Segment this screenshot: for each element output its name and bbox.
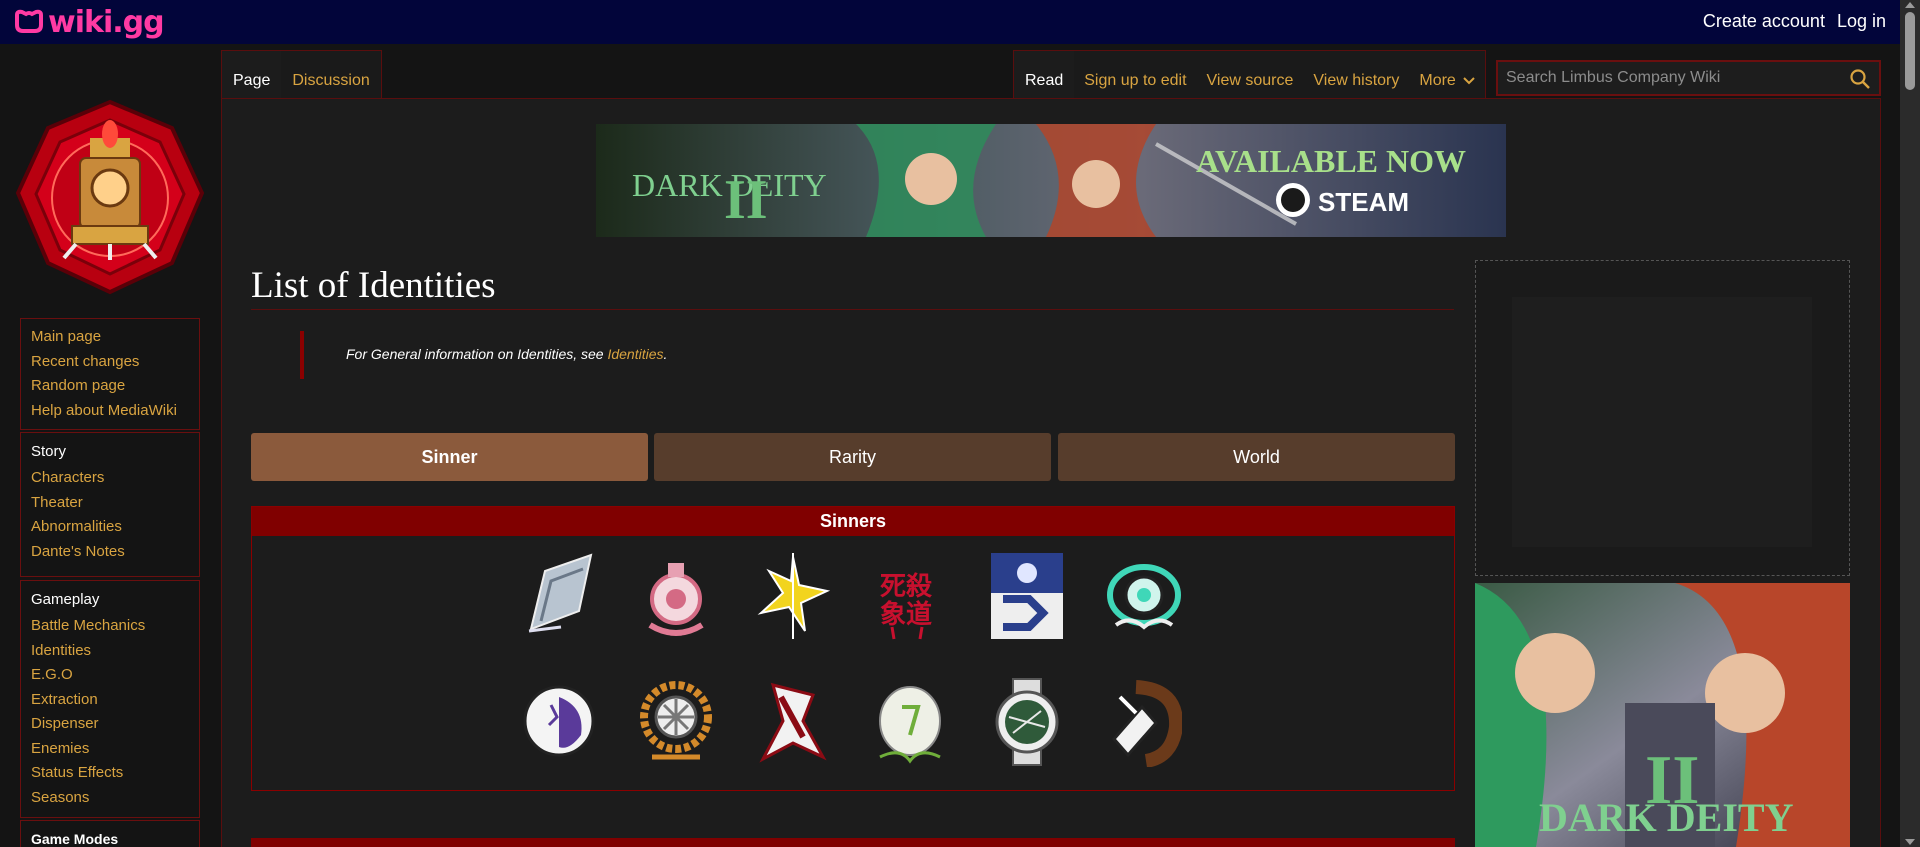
- search-box: [1496, 60, 1881, 96]
- filter-world-button[interactable]: World: [1058, 433, 1455, 481]
- sidebar-item-dispenser[interactable]: Dispenser: [31, 712, 189, 737]
- sidebar-item-abnormalities[interactable]: Abnormalities: [31, 515, 189, 540]
- vertical-scrollbar[interactable]: [1900, 0, 1920, 847]
- tab-more[interactable]: More: [1409, 51, 1485, 98]
- sidebar-story: Story Characters Theater Abnormalities D…: [20, 432, 200, 577]
- don-quixote-icon[interactable]: [755, 551, 831, 641]
- log-in-link[interactable]: Log in: [1837, 11, 1886, 32]
- side-ad-placeholder: [1475, 260, 1850, 576]
- sidebar-gameplay: Gameplay Battle Mechanics Identities E.G…: [20, 580, 200, 818]
- tab-view-source[interactable]: View source: [1197, 51, 1304, 98]
- search-icon[interactable]: [1849, 68, 1871, 90]
- chevron-down-icon: [1463, 77, 1475, 85]
- sidebar-item-battle-mechanics[interactable]: Battle Mechanics: [31, 614, 189, 639]
- scrollbar-thumb[interactable]: [1905, 12, 1915, 90]
- sidebar-heading-story: Story: [31, 443, 67, 460]
- namespace-tabs: Page Discussion: [221, 50, 382, 98]
- tab-view-history[interactable]: View history: [1303, 51, 1409, 98]
- hatnote-prefix: For General information on Identities, s…: [346, 346, 608, 362]
- sidebar-item-extraction[interactable]: Extraction: [31, 688, 189, 713]
- search-input[interactable]: [1506, 67, 1836, 89]
- rodion-icon[interactable]: [755, 677, 831, 767]
- sinners-header: Sinners: [252, 507, 1454, 536]
- sidebar-item-random-page[interactable]: Random page: [31, 374, 189, 399]
- sidebar-item-dantes-notes[interactable]: Dante's Notes: [31, 540, 189, 565]
- side-banner-ad[interactable]: DARK DEITY II: [1475, 583, 1850, 847]
- banner-artwork: DARK DEITY II AVAILABLE NOW STEAM: [596, 124, 1506, 237]
- yi-sang-icon[interactable]: [521, 551, 597, 641]
- tab-page[interactable]: Page: [222, 51, 282, 98]
- svg-text:II: II: [1645, 742, 1699, 819]
- tab-sign-up-to-edit[interactable]: Sign up to edit: [1074, 51, 1196, 98]
- title-divider: [251, 309, 1454, 310]
- next-panel-header: [251, 838, 1455, 847]
- top-banner-ad[interactable]: DARK DEITY II AVAILABLE NOW STEAM: [596, 124, 1506, 237]
- sidebar-item-theater[interactable]: Theater: [31, 491, 189, 516]
- view-tabs: Read Sign up to edit View source View hi…: [1013, 50, 1487, 98]
- svg-text:死殺: 死殺: [880, 572, 933, 602]
- sidebar-item-help[interactable]: Help about MediaWiki: [31, 399, 189, 424]
- sidebar-item-ego[interactable]: E.G.O: [31, 663, 189, 688]
- hatnote-identities-link[interactable]: Identities: [607, 346, 663, 362]
- site-logo[interactable]: wiki.gg: [14, 4, 165, 40]
- ryoshu-icon[interactable]: 死殺 象道: [872, 551, 948, 641]
- side-banner-artwork: DARK DEITY II: [1475, 583, 1850, 847]
- sidebar-heading-gameplay: Gameplay: [31, 591, 100, 608]
- banner-platform: STEAM: [1318, 187, 1409, 217]
- sinclair-icon[interactable]: [872, 677, 948, 767]
- svg-text:象道: 象道: [880, 599, 932, 630]
- top-bar: wiki.gg Create account Log in: [0, 0, 1920, 44]
- sidebar-item-recent-changes[interactable]: Recent changes: [31, 350, 189, 375]
- sinners-panel: Sinners 死殺 象道: [251, 506, 1455, 791]
- heathcliff-icon[interactable]: [521, 677, 597, 767]
- page-title: List of Identities: [251, 265, 496, 306]
- scroll-up-arrow-icon[interactable]: [1905, 2, 1915, 8]
- sidebar-item-identities[interactable]: Identities: [31, 639, 189, 664]
- hatnote-suffix: .: [663, 346, 668, 362]
- train-emblem-icon: [15, 99, 205, 295]
- sidebar-heading-game-modes: Game Modes: [31, 831, 119, 847]
- meursault-icon[interactable]: [989, 551, 1065, 641]
- outis-icon[interactable]: [989, 677, 1065, 767]
- site-emblem-logo[interactable]: [12, 98, 208, 298]
- filter-rarity-button[interactable]: Rarity: [654, 433, 1051, 481]
- more-label: More: [1419, 72, 1456, 89]
- sidebar-item-seasons[interactable]: Seasons: [31, 786, 189, 811]
- logo-text: wiki.gg: [48, 4, 165, 40]
- faust-icon[interactable]: [638, 551, 714, 641]
- user-links: Create account Log in: [1703, 11, 1886, 32]
- ishmael-icon[interactable]: [638, 677, 714, 767]
- tab-discussion[interactable]: Discussion: [281, 51, 380, 98]
- banner-numeral: II: [724, 169, 768, 231]
- filter-sinner-button[interactable]: Sinner: [251, 433, 648, 481]
- tab-read[interactable]: Read: [1014, 51, 1075, 98]
- sidebar-item-enemies[interactable]: Enemies: [31, 737, 189, 762]
- sidebar-item-main-page[interactable]: Main page: [31, 325, 189, 350]
- scroll-down-arrow-icon[interactable]: [1905, 839, 1915, 845]
- sidebar-navigation: Main page Recent changes Random page Hel…: [20, 318, 200, 430]
- hatnote-text: For General information on Identities, s…: [346, 346, 667, 362]
- gregor-icon[interactable]: [1106, 677, 1182, 767]
- create-account-link[interactable]: Create account: [1703, 11, 1825, 32]
- sidebar-item-characters[interactable]: Characters: [31, 466, 189, 491]
- sidebar-item-status-effects[interactable]: Status Effects: [31, 761, 189, 786]
- wikigg-logo-icon: [15, 9, 43, 33]
- banner-headline: AVAILABLE NOW: [1196, 143, 1466, 179]
- sidebar-game-modes: Game Modes: [20, 820, 200, 847]
- hatnote: For General information on Identities, s…: [300, 331, 1400, 379]
- hong-lu-icon[interactable]: [1106, 551, 1182, 641]
